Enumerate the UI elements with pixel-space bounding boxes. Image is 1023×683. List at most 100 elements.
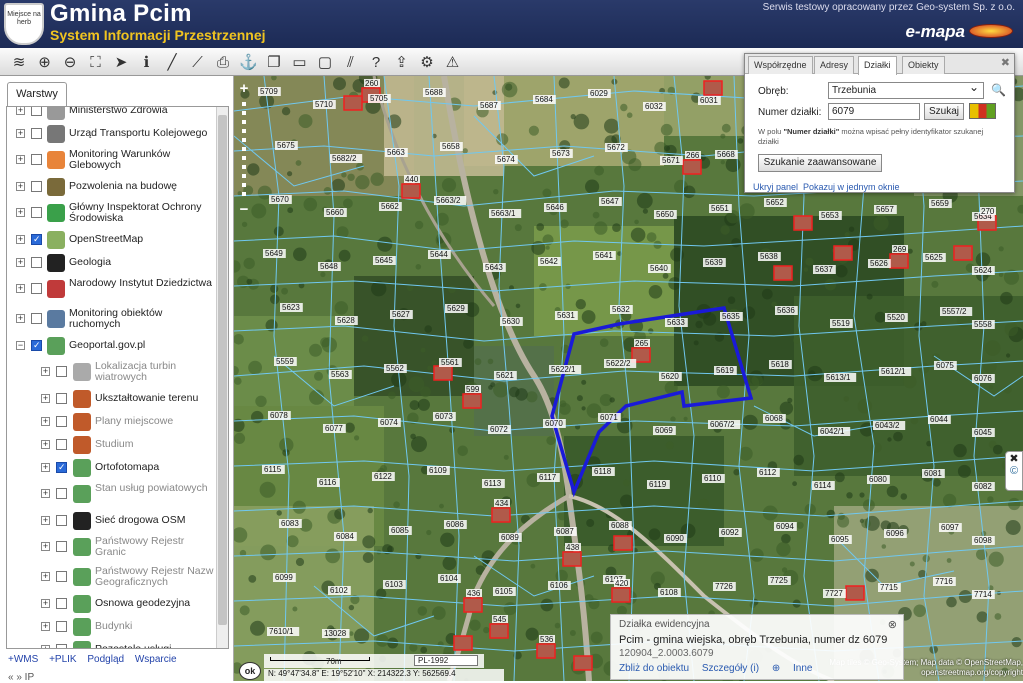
layer-row[interactable]: + Osnowa geodezyjna <box>7 592 217 615</box>
expand-icon[interactable]: + <box>41 598 50 608</box>
expand-icon[interactable]: + <box>41 489 50 498</box>
sidebar-nav[interactable]: « » IP <box>8 672 34 683</box>
pointer-icon[interactable]: ➤ <box>110 51 132 73</box>
layers-icon[interactable]: ≋ <box>8 51 30 73</box>
highlight-color-picker[interactable] <box>969 103 996 119</box>
expand-icon[interactable]: + <box>41 572 50 581</box>
search-icon[interactable]: 🔍 <box>991 83 1006 97</box>
layer-row[interactable]: + Monitoring obiektów ruchomych <box>7 304 217 334</box>
support-link[interactable]: Wsparcie <box>135 654 177 665</box>
zoom-slider[interactable]: + − <box>237 80 251 230</box>
info-icon[interactable]: ℹ <box>136 51 158 73</box>
measure-area-icon[interactable]: ⟋ <box>187 51 209 73</box>
expand-icon[interactable]: + <box>41 462 50 472</box>
crs-select[interactable]: PL-1992 <box>414 655 478 666</box>
layer-scrollbar[interactable] <box>216 107 228 648</box>
layer-checkbox[interactable] <box>31 233 42 245</box>
tab-addresses[interactable]: Adresy <box>814 56 855 74</box>
layer-checkbox[interactable] <box>31 339 42 351</box>
layer-row[interactable]: + Ukształtowanie terenu <box>7 387 217 410</box>
expand-icon[interactable]: + <box>41 515 50 525</box>
zoom-extent-icon[interactable]: ⛶ <box>85 51 107 73</box>
expand-icon[interactable]: + <box>41 542 50 551</box>
layer-row[interactable]: − Geoportal.gov.pl <box>7 334 217 357</box>
hide-panel-link[interactable]: Ukryj panel <box>753 182 798 192</box>
measure-line-icon[interactable]: ╱ <box>161 51 183 73</box>
layer-checkbox[interactable] <box>56 514 67 526</box>
layer-checkbox[interactable] <box>56 571 67 582</box>
zoom-in-button[interactable]: + <box>237 80 251 97</box>
preview-link[interactable]: Podgląd <box>87 654 124 665</box>
layer-row[interactable]: + Studium <box>7 433 217 456</box>
warning-icon[interactable]: ⚠ <box>442 51 464 73</box>
layer-checkbox[interactable] <box>31 207 42 218</box>
add-wms-link[interactable]: +WMS <box>8 654 38 665</box>
layer-row[interactable]: + Plany miejscowe <box>7 410 217 433</box>
layer-row[interactable]: + Pozwolenia na budowę <box>7 175 217 198</box>
expand-icon[interactable]: + <box>41 439 50 449</box>
layer-checkbox[interactable] <box>31 180 42 192</box>
zoom-out-button[interactable]: − <box>237 201 251 218</box>
expand-icon[interactable]: + <box>16 128 25 138</box>
close-icon[interactable]: ✖ <box>1006 452 1022 465</box>
layer-row[interactable]: + Budynki <box>7 615 217 638</box>
expand-icon[interactable]: + <box>16 208 25 217</box>
layer-row[interactable]: + OpenStreetMap <box>7 228 217 251</box>
upload-icon[interactable]: ⇪ <box>391 51 413 73</box>
tab-coordinates[interactable]: Współrzędne <box>748 56 813 74</box>
layer-checkbox[interactable] <box>56 438 67 450</box>
layer-checkbox[interactable] <box>56 415 67 427</box>
layer-checkbox[interactable] <box>56 488 67 499</box>
layer-checkbox[interactable] <box>31 127 42 139</box>
layer-row[interactable]: + Lokalizacja turbin wiatrowych <box>7 357 217 387</box>
settings-icon[interactable]: ⚙ <box>416 51 438 73</box>
expand-icon[interactable]: + <box>41 393 50 403</box>
expand-icon[interactable]: + <box>16 234 25 244</box>
advanced-search-button[interactable]: Szukanie zaawansowane <box>758 154 882 172</box>
layer-row[interactable]: + Narodowy Instytut Dziedzictwa <box>7 274 217 304</box>
layer-checkbox[interactable] <box>56 643 67 648</box>
expand-icon[interactable]: + <box>41 367 50 376</box>
layer-checkbox[interactable] <box>31 256 42 268</box>
layer-row[interactable]: + Sieć drogowa OSM <box>7 509 217 532</box>
zoom-in-icon[interactable]: ⊕ <box>34 51 56 73</box>
layer-row[interactable]: + Ortofotomapa <box>7 456 217 479</box>
tab-layers[interactable]: Warstwy <box>7 82 67 106</box>
single-window-link[interactable]: Pokazuj w jednym oknie <box>803 182 900 192</box>
expand-icon[interactable]: + <box>16 314 25 323</box>
layer-row[interactable]: + Ministerstwo Zdrowia <box>7 107 217 122</box>
expand-icon[interactable]: + <box>16 181 25 191</box>
expand-icon[interactable]: + <box>16 155 25 164</box>
hatch-icon[interactable]: ⫽ <box>340 51 362 73</box>
zoom-to-object-link[interactable]: Zbliż do obiektu <box>619 663 689 674</box>
add-file-link[interactable]: +PLIK <box>49 654 77 665</box>
tab-objects[interactable]: Obiekty <box>902 56 945 74</box>
layer-checkbox[interactable] <box>31 154 42 165</box>
scroll-thumb[interactable] <box>218 115 227 625</box>
layer-row[interactable]: + Pozostałe usługi <box>7 638 217 648</box>
details-link[interactable]: Szczegóły (i) <box>702 663 759 674</box>
draw-rectangle-icon[interactable]: ▭ <box>289 51 311 73</box>
layer-checkbox[interactable] <box>56 620 67 632</box>
expand-icon[interactable]: − <box>16 340 25 350</box>
layer-row[interactable]: + Urząd Transportu Kolejowego <box>7 122 217 145</box>
layer-checkbox[interactable] <box>56 366 67 377</box>
copyright-icon[interactable]: © <box>1006 465 1022 477</box>
layer-row[interactable]: + Państwowy Rejestr Nazw Geograficznych <box>7 562 217 592</box>
side-panel-buttons[interactable]: ✖ © <box>1005 451 1023 491</box>
layer-row[interactable]: + Stan usług powiatowych <box>7 479 217 509</box>
copy-icon[interactable]: ❐ <box>263 51 285 73</box>
search-button[interactable]: Szukaj <box>924 103 964 120</box>
expand-icon[interactable]: + <box>16 257 25 267</box>
layer-row[interactable]: + Państwowy Rejestr Granic <box>7 532 217 562</box>
expand-icon[interactable]: + <box>16 107 25 115</box>
parcel-number-input[interactable]: 6079 <box>828 103 920 120</box>
layer-row[interactable]: + Główny Inspektorat Ochrony Środowiska <box>7 198 217 228</box>
layer-checkbox[interactable] <box>56 461 67 473</box>
layer-row[interactable]: + Geologia <box>7 251 217 274</box>
ok-button[interactable]: ok <box>239 662 261 680</box>
help-icon[interactable]: ? <box>365 51 387 73</box>
layer-checkbox[interactable] <box>56 597 67 609</box>
speech-bubble-icon[interactable]: ▢ <box>314 51 336 73</box>
close-icon[interactable]: ⊗ <box>888 618 897 631</box>
